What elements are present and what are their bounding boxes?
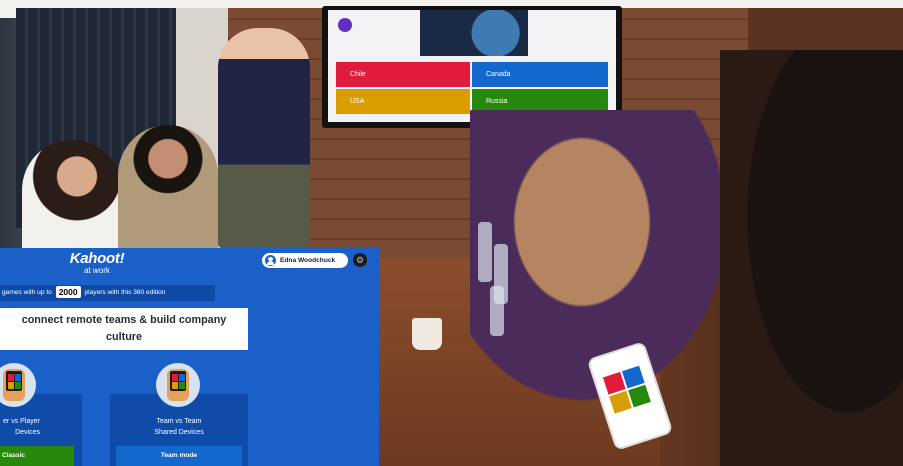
answer-square [179, 382, 185, 389]
tv-screen: Chile Canada USA Russia [328, 10, 616, 122]
answer-square [8, 374, 14, 381]
answer-square [172, 382, 178, 389]
user-avatar-icon [265, 255, 276, 266]
user-profile-chip[interactable]: Edna Woodchuck [262, 253, 348, 268]
info-prefix: games with up to [2, 289, 52, 296]
mode-subtitle: Shared Devices [154, 429, 204, 436]
user-name: Edna Woodchuck [280, 257, 336, 264]
team-vs-team-icon [156, 363, 200, 407]
answer-square [179, 374, 185, 381]
player-limit-number: 2000 [55, 286, 81, 299]
info-suffix: players with this 360 edition [84, 289, 166, 296]
kahoot-logo[interactable]: Kahoot! at work [64, 251, 130, 275]
gear-icon[interactable]: ⚙ [353, 253, 367, 267]
classic-button[interactable]: Classic [0, 446, 74, 466]
answer-tile [609, 390, 632, 414]
mode-subtitle: Devices [15, 429, 40, 436]
answer-tile [628, 384, 651, 408]
logo-wordmark: Kahoot! [69, 250, 125, 267]
tv-answer-yellow: USA [336, 89, 470, 114]
mode-title: er vs Player [3, 418, 40, 425]
kahoot-badge-icon [338, 18, 352, 32]
water-bottle [478, 222, 492, 282]
mode-card-label: Team vs Team Shared Devices [110, 416, 248, 438]
mode-title: Team vs Team [156, 418, 202, 425]
logo-subtitle: at work [84, 266, 110, 275]
answer-square [8, 382, 14, 389]
answer-square [172, 374, 178, 381]
answer-square [15, 374, 21, 381]
team-mode-button[interactable]: Team mode [116, 446, 242, 466]
coffee-mug [412, 318, 442, 350]
globe-image [420, 10, 528, 56]
player-limit-banner: games with up to 2000 players with this … [0, 285, 215, 301]
water-bottle [490, 286, 504, 336]
tv-answer-red: Chile [336, 62, 470, 87]
tv-answer-blue: Canada [472, 62, 608, 87]
headline: connect remote teams & build company cul… [0, 308, 248, 350]
attendee-man-left [118, 125, 218, 260]
attendee-foreground [720, 50, 903, 466]
presenter [218, 28, 310, 248]
answer-square [15, 382, 21, 389]
mode-card-label: er vs Player Devices [0, 416, 40, 438]
kahoot-panel: Kahoot! at work Edna Woodchuck ⚙ games w… [0, 248, 379, 466]
